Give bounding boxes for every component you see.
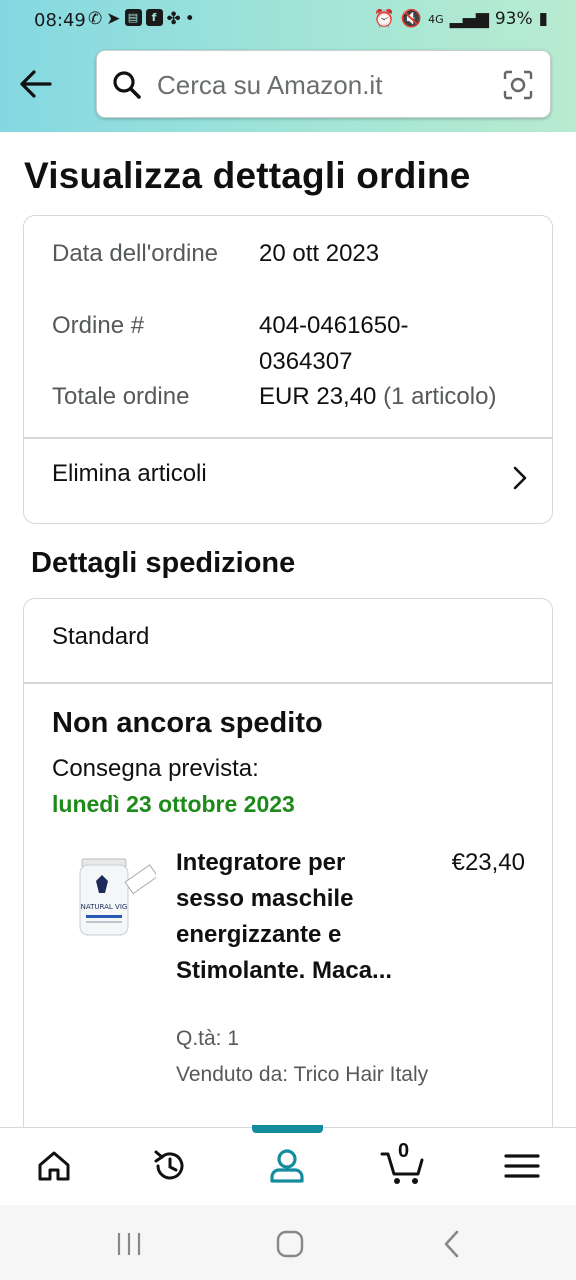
app-header: 08:49 ✆ ➤ ▤ f ✤ • ⏰ 🔇 4G ▂▄▆ 93% ▮ xyxy=(0,0,576,132)
order-number-line2: 0364307 xyxy=(259,348,353,375)
order-date-label: Data dell'ordine xyxy=(52,240,219,267)
search-icon xyxy=(113,71,141,99)
cart-button[interactable]: 0 xyxy=(380,1140,426,1186)
product-price: €23,40 xyxy=(451,849,525,876)
order-date-value: 20 ott 2023 xyxy=(259,240,380,267)
order-total-value: EUR 23,40 (1 articolo) xyxy=(259,379,496,415)
shipping-section-title: Dettagli spedizione xyxy=(31,547,296,579)
facebook-icon: f xyxy=(145,9,163,26)
mute-icon: 🔇 xyxy=(400,9,423,29)
delivery-label: Consegna prevista: xyxy=(52,755,259,782)
battery-percentage: 93% xyxy=(494,9,533,29)
network-type-icon: 4G xyxy=(428,12,444,26)
back-nav-icon[interactable] xyxy=(438,1229,468,1259)
shipment-status: Non ancora spedito xyxy=(52,707,323,739)
search-input[interactable] xyxy=(157,65,487,105)
home-icon[interactable] xyxy=(34,1146,74,1186)
status-time: 08:49 xyxy=(34,10,86,31)
product-image-label: NATURAL VIG xyxy=(81,903,128,911)
order-summary-card: Data dell'ordine 20 ott 2023 Ordine # 40… xyxy=(23,215,553,524)
alarm-icon: ⏰ xyxy=(373,9,395,29)
shipping-method: Standard xyxy=(52,623,150,650)
system-icons: ⏰ 🔇 4G ▂▄▆ 93% ▮ xyxy=(374,9,548,29)
product-quantity: Q.tà: 1 xyxy=(176,1027,240,1050)
divider xyxy=(24,437,552,439)
divider xyxy=(24,682,552,684)
order-number-value: 404-0461650- 0364307 xyxy=(259,308,408,380)
news-icon: ▤ xyxy=(124,9,142,26)
order-total-label: Totale ordine xyxy=(52,383,190,410)
more-dot-icon: • xyxy=(184,9,195,29)
menu-icon[interactable] xyxy=(502,1146,542,1186)
order-number-line1: 404-0461650- xyxy=(259,312,409,339)
back-arrow-icon xyxy=(20,70,52,98)
status-bar: 08:49 ✆ ➤ ▤ f ✤ • ⏰ 🔇 4G ▂▄▆ 93% ▮ xyxy=(0,0,576,42)
shipping-card: Standard Non ancora spedito Consegna pre… xyxy=(23,598,553,1158)
cart-count: 0 xyxy=(398,1140,410,1162)
android-navigation-bar xyxy=(0,1205,576,1280)
reorder-icon[interactable] xyxy=(150,1146,190,1186)
notification-icons: ✆ ➤ ▤ f ✤ • xyxy=(88,9,195,29)
whatsapp-icon: ✆ xyxy=(88,9,103,29)
signal-icon: ▂▄▆ xyxy=(449,9,489,29)
product-seller: Venduto da: Trico Hair Italy xyxy=(176,1063,429,1086)
search-bar[interactable] xyxy=(96,50,551,118)
order-number-label: Ordine # xyxy=(52,312,145,339)
camera-search-icon[interactable] xyxy=(502,69,534,101)
delivery-date: lunedì 23 ottobre 2023 xyxy=(52,791,295,817)
home-button-icon[interactable] xyxy=(275,1229,305,1259)
bottom-navigation: 0 xyxy=(0,1125,576,1205)
chevron-right-icon[interactable] xyxy=(510,464,530,492)
page-title: Visualizza dettagli ordine xyxy=(24,155,471,196)
product-title-link[interactable]: Integratore per sesso maschile energizza… xyxy=(176,845,401,989)
recent-apps-icon[interactable] xyxy=(114,1229,144,1259)
delete-items-link[interactable]: Elimina articoli xyxy=(52,460,207,488)
order-total-amount: EUR 23,40 xyxy=(259,383,377,410)
pinwheel-icon: ✤ xyxy=(166,9,181,29)
active-tab-indicator xyxy=(252,1125,323,1133)
telegram-icon: ➤ xyxy=(106,9,121,29)
product-image[interactable]: NATURAL VIG xyxy=(76,849,156,941)
battery-icon: ▮ xyxy=(538,9,548,29)
order-total-items: (1 articolo) xyxy=(383,383,497,410)
back-button[interactable] xyxy=(16,62,56,106)
account-icon[interactable] xyxy=(267,1146,307,1186)
